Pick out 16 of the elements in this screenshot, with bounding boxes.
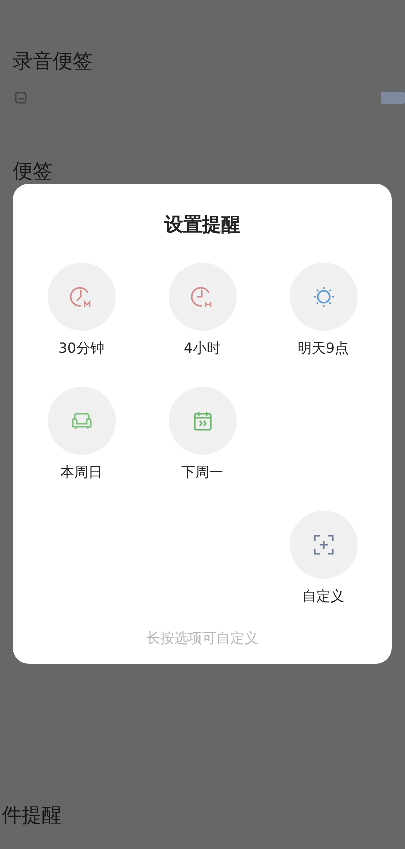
tag-badge	[381, 92, 405, 104]
clock-icon	[190, 285, 214, 309]
section-title: 件提醒	[2, 803, 62, 827]
option-label: 明天9点	[298, 340, 349, 358]
option-label: 30分钟	[58, 340, 104, 358]
hint-text: 长按选项可自定义	[146, 630, 260, 648]
section-title: 便签	[13, 159, 53, 183]
section-title: 录音便签	[13, 49, 93, 73]
sun-icon	[312, 285, 336, 309]
dialog-title: 设置提醒	[163, 213, 242, 236]
option-label: 4小时	[184, 340, 221, 358]
option-label: 自定义	[302, 588, 344, 606]
clock-icon	[70, 285, 94, 309]
option-label: 本周日	[60, 464, 102, 482]
option-label: 下周一	[182, 464, 224, 482]
add-frame-icon	[312, 534, 334, 556]
